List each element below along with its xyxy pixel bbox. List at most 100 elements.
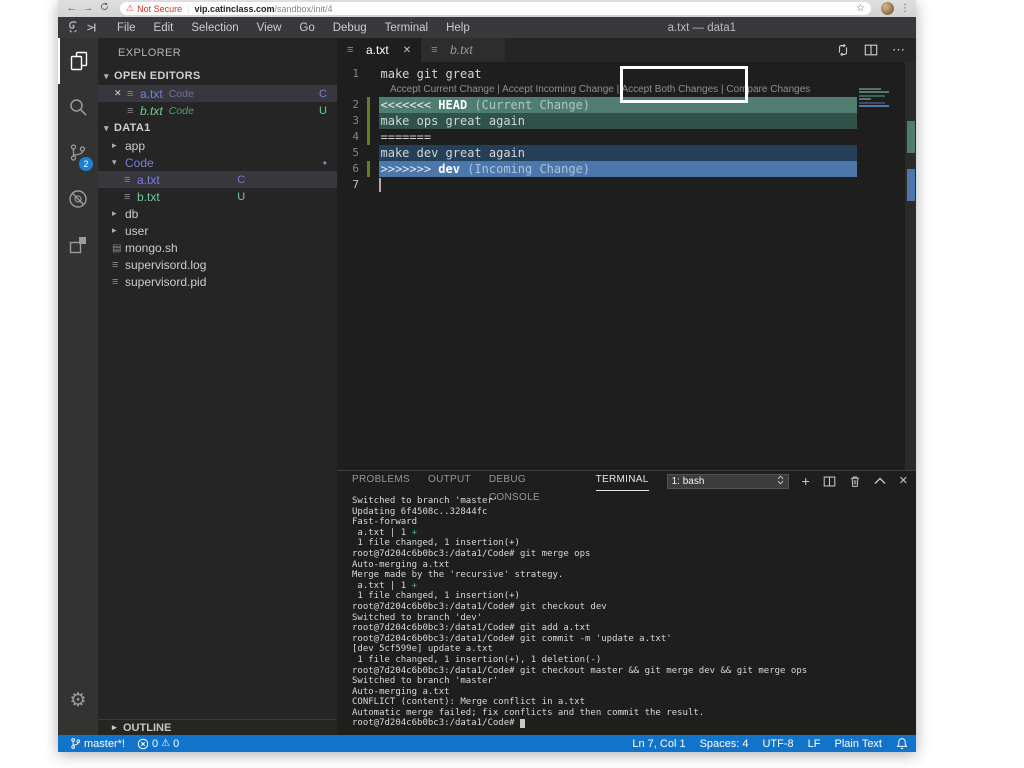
bottom-panel: PROBLEMS OUTPUT DEBUG CONSOLE TERMINAL 1: b… xyxy=(337,470,916,735)
outline-header[interactable]: ▸ OUTLINE xyxy=(98,719,337,735)
browser-window: ← → ⚠ Not Secure | vip.catinclass.com /s… xyxy=(58,0,916,752)
more-actions-icon[interactable]: ⋯ xyxy=(892,42,906,58)
open-editor-row[interactable]: ✕ a.txt Code C xyxy=(98,85,337,102)
explorer-icon[interactable] xyxy=(58,38,98,84)
menu-item[interactable]: Edit xyxy=(145,22,183,34)
panel-tab[interactable]: TERMINAL xyxy=(595,471,649,491)
problems-status[interactable]: 0 ⚠ 0 xyxy=(137,738,179,750)
menu-item[interactable]: Selection xyxy=(182,22,247,34)
maximize-panel-chevron-icon[interactable] xyxy=(874,477,886,485)
terminal-line: 1 file changed, 1 insertion(+) xyxy=(352,591,520,602)
select-arrows-icon xyxy=(777,475,784,488)
tree-item[interactable]: a.txt C • xyxy=(98,171,337,188)
menu-item[interactable]: Help xyxy=(437,22,479,34)
tree-item-label: app xyxy=(125,138,146,153)
tree-item[interactable]: mongo.sh • xyxy=(98,239,337,256)
editor-tab[interactable]: a.txt ✕ xyxy=(337,38,422,62)
section-chevron-icon: ▾ xyxy=(104,123,109,133)
url-domain: vip.catinclass.com xyxy=(194,3,275,14)
bookmark-star-icon[interactable]: ☆ xyxy=(856,3,865,14)
code-editor[interactable]: 1 make git great Accept Current Change |… xyxy=(337,62,916,470)
terminal-line: Switched to branch 'dev' xyxy=(352,612,483,623)
encoding-setting[interactable]: UTF-8 xyxy=(762,738,793,750)
debug-icon[interactable] xyxy=(58,176,98,222)
editor-tab[interactable]: b.txt ✕ xyxy=(421,38,506,62)
menu-item[interactable]: Debug xyxy=(324,22,376,34)
close-editor-icon[interactable]: ✕ xyxy=(114,88,127,99)
tree-item[interactable]: supervisord.log • xyxy=(98,256,337,273)
code-line[interactable]: 6 >>>>>>> dev (Incoming Change) xyxy=(337,161,916,177)
terminal[interactable]: Switched to branch 'master' Updating 6f45… xyxy=(337,491,916,735)
menu-item[interactable]: Go xyxy=(290,22,323,34)
open-editor-path: Code xyxy=(168,87,194,100)
terminal-line: Merge made by the 'recursive' strategy. xyxy=(352,570,564,581)
app-logo-icon xyxy=(66,20,98,35)
code-line[interactable]: 5 make dev great again xyxy=(337,145,916,161)
terminal-line: Fast-forward xyxy=(352,517,418,528)
section-chevron-icon: ▸ xyxy=(112,722,117,732)
git-status-badge: U xyxy=(237,190,246,203)
browser-profile-avatar[interactable] xyxy=(881,2,894,15)
terminal-line: root@7d204c6b0bc3:/data1/Code# git check… xyxy=(352,665,808,676)
open-changes-icon[interactable] xyxy=(836,43,850,57)
code-line[interactable]: 4 ======= xyxy=(337,129,916,145)
change-indicator xyxy=(367,129,370,145)
eol-setting[interactable]: LF xyxy=(808,738,821,750)
tree-item[interactable]: Code • xyxy=(98,154,337,171)
forward-icon[interactable]: → xyxy=(80,0,96,17)
tree-item[interactable]: supervisord.pid • xyxy=(98,273,337,290)
split-terminal-icon[interactable] xyxy=(823,475,836,488)
url-path: /sandbox/init/4 xyxy=(274,3,333,14)
source-control-icon[interactable]: 2 xyxy=(58,130,98,176)
menu-list: File Edit Selection View Go Debug Terminal Help xyxy=(108,22,479,34)
indentation-setting[interactable]: Spaces: 4 xyxy=(700,738,749,750)
file-icon xyxy=(124,191,137,203)
panel-tab[interactable]: DEBUG CONSOLE xyxy=(489,471,578,503)
line-number: 1 xyxy=(352,67,359,80)
tree-item[interactable]: b.txt U • xyxy=(98,188,337,205)
tree-item[interactable]: app • xyxy=(98,137,337,154)
settings-gear-icon[interactable]: ⚙ xyxy=(58,677,98,723)
code-line[interactable]: 3 make ops great again xyxy=(337,113,916,129)
git-branch-status[interactable]: master*! xyxy=(70,737,125,750)
scrollbar-overview-ruler[interactable] xyxy=(905,62,916,470)
chevron-icon xyxy=(112,157,125,168)
open-editors-header[interactable]: ▾ OPEN EDITORS xyxy=(98,67,337,85)
file-icon xyxy=(112,276,125,288)
file-icon xyxy=(112,242,125,254)
panel-tab[interactable]: OUTPUT xyxy=(428,471,471,491)
extensions-icon[interactable] xyxy=(58,222,98,268)
code-text: ======= xyxy=(380,130,432,144)
panel-tab[interactable]: PROBLEMS xyxy=(352,471,410,491)
split-editor-icon[interactable] xyxy=(864,43,878,57)
terminal-line: Switched to branch 'master' xyxy=(352,676,499,687)
terminal-line: 1 file changed, 1 insertion(+) xyxy=(352,538,520,549)
minimap[interactable] xyxy=(857,86,905,109)
notifications-bell-icon[interactable] xyxy=(896,737,908,750)
terminal-line: a.txt | 1 + xyxy=(352,527,418,538)
tree-item[interactable]: user • xyxy=(98,222,337,239)
close-tab-icon[interactable]: ✕ xyxy=(403,45,411,56)
workspace-header[interactable]: ▾ DATA1 xyxy=(98,119,337,137)
menu-item[interactable]: View xyxy=(248,22,291,34)
terminal-select[interactable]: 1: bash xyxy=(666,473,789,489)
browser-menu-icon[interactable]: ⋮ xyxy=(900,3,910,14)
refresh-icon[interactable] xyxy=(96,0,112,17)
back-icon[interactable]: ← xyxy=(64,0,80,17)
address-bar[interactable]: ⚠ Not Secure | vip.catinclass.com /sandb… xyxy=(120,2,871,15)
menu-item[interactable]: File xyxy=(108,22,145,34)
close-panel-icon[interactable]: ✕ xyxy=(899,475,908,487)
menu-item[interactable]: Terminal xyxy=(376,22,437,34)
open-editor-row[interactable]: ✕ b.txt Code U xyxy=(98,102,337,119)
code-line[interactable]: 7 xyxy=(337,177,916,193)
language-mode[interactable]: Plain Text xyxy=(835,738,883,750)
cursor-position[interactable]: Ln 7, Col 1 xyxy=(632,738,685,750)
kill-terminal-trash-icon[interactable] xyxy=(849,475,861,488)
tree-item[interactable]: db • xyxy=(98,205,337,222)
tab-label: a.txt xyxy=(366,43,389,57)
terminal-line: root@7d204c6b0bc3:/data1/Code# xyxy=(352,718,916,729)
sidebar-title: EXPLORER xyxy=(118,47,182,59)
search-icon[interactable] xyxy=(58,84,98,130)
new-terminal-icon[interactable]: + xyxy=(802,474,810,488)
